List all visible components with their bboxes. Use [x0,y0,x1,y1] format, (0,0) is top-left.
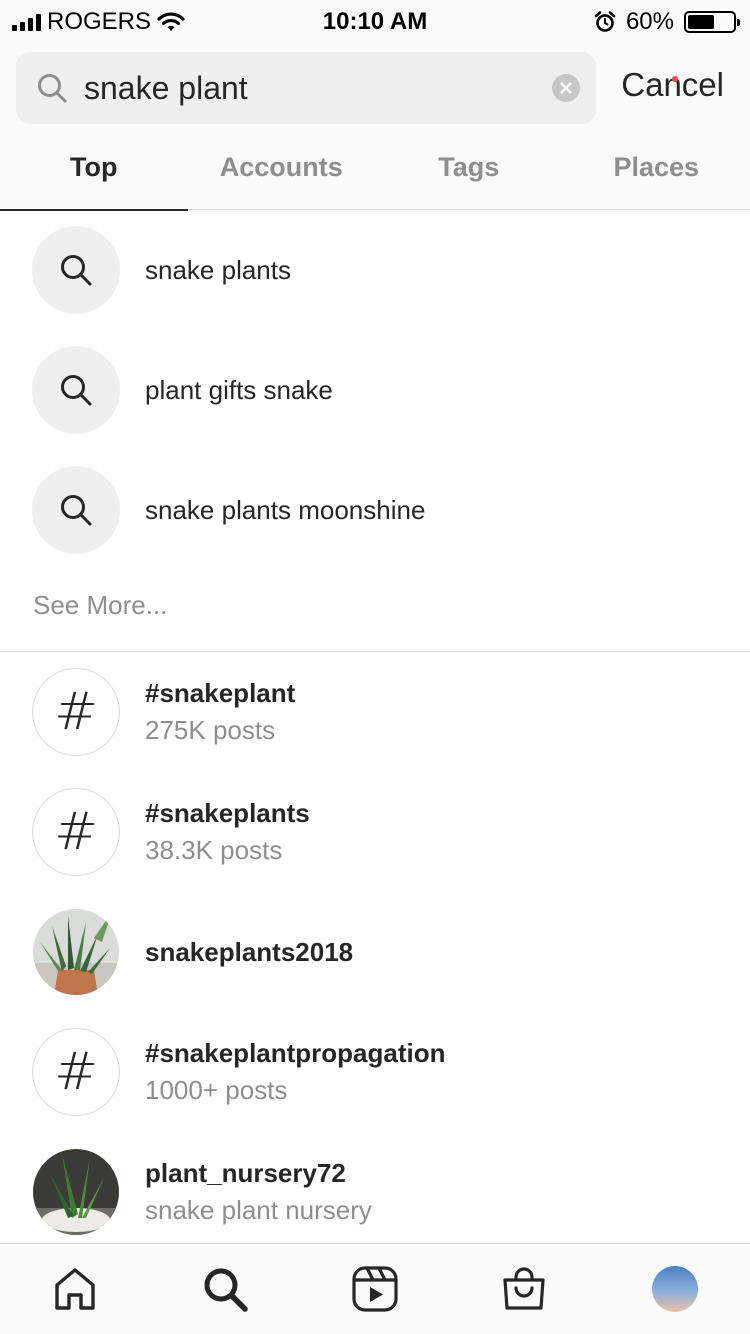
tab-reels[interactable] [350,1264,400,1314]
tab-profile[interactable] [650,1264,700,1314]
result-title: plant_nursery72 [145,1158,346,1188]
suggestion-item[interactable]: plant gifts snake [0,330,750,450]
tab-home[interactable] [50,1264,100,1314]
search-bar[interactable] [16,52,596,124]
search-icon [61,495,92,526]
hashtag-icon: # [32,1028,120,1116]
close-icon [560,82,572,94]
search-results: snake plants plant gifts snake snake pla… [0,210,750,1243]
result-row-account[interactable]: snakeplants2018 [0,892,750,1012]
search-tabs: Top Accounts Tags Places [0,138,750,211]
result-subtitle: 1000+ posts [145,1075,288,1105]
result-title: snakeplants2018 [145,936,354,967]
suggestion-label: snake plants moonshine [145,494,426,525]
suggestion-icon-circle [32,346,120,434]
search-header: Cancel Top Accounts Tags Places [0,40,750,211]
search-input[interactable] [84,52,544,124]
result-row-account[interactable]: plant_nursery72 snake plant nursery [0,1132,750,1243]
tab-tags[interactable]: Tags [375,138,563,210]
account-avatar [33,909,119,995]
result-title: #snakeplants [145,798,310,828]
suggestion-label: snake plants [145,254,291,285]
result-subtitle: 38.3K posts [145,835,283,865]
result-row-hashtag[interactable]: # #snakeplants 38.3K posts [0,772,750,892]
profile-avatar [652,1266,698,1312]
bottom-tab-bar [0,1243,750,1334]
account-avatar [33,1149,119,1235]
hashtag-icon: # [32,668,120,756]
result-row-hashtag[interactable]: # #snakeplant 275K posts [0,652,750,772]
tab-shop[interactable] [499,1264,549,1314]
search-icon [61,375,92,406]
battery-level [688,15,715,29]
result-title: #snakeplantpropagation [145,1038,446,1068]
suggestion-item[interactable]: snake plants [0,210,750,330]
notification-dot [672,76,678,82]
status-bar: ROGERS 10:10 AM 60% [0,0,750,40]
search-icon [61,255,92,286]
suggestion-item[interactable]: snake plants moonshine [0,450,750,570]
tab-places[interactable]: Places [563,138,750,210]
alarm-icon [594,11,616,32]
cancel-button[interactable]: Cancel [621,66,724,104]
result-title: #snakeplant [145,678,296,708]
battery-icon [684,11,740,33]
shop-icon [503,1267,545,1310]
result-row-hashtag[interactable]: # #snakeplantpropagation 1000+ posts [0,1012,750,1132]
tab-search[interactable] [200,1264,250,1314]
result-subtitle: 275K posts [145,715,276,745]
home-icon [55,1268,95,1310]
search-icon [38,74,67,103]
hashtag-icon: # [32,788,120,876]
suggestion-icon-circle [32,226,120,314]
suggestion-label: plant gifts snake [145,374,333,405]
status-right: 60% [594,8,740,36]
tab-accounts[interactable]: Accounts [188,138,376,210]
battery-percent: 60% [625,8,674,35]
tab-top[interactable]: Top [0,138,188,211]
reels-icon [352,1266,398,1312]
search-icon [204,1268,248,1312]
see-more-link[interactable]: See More... [33,590,167,621]
suggestion-icon-circle [32,466,120,554]
result-subtitle: snake plant nursery [145,1195,372,1225]
clear-search-button[interactable] [552,74,580,102]
